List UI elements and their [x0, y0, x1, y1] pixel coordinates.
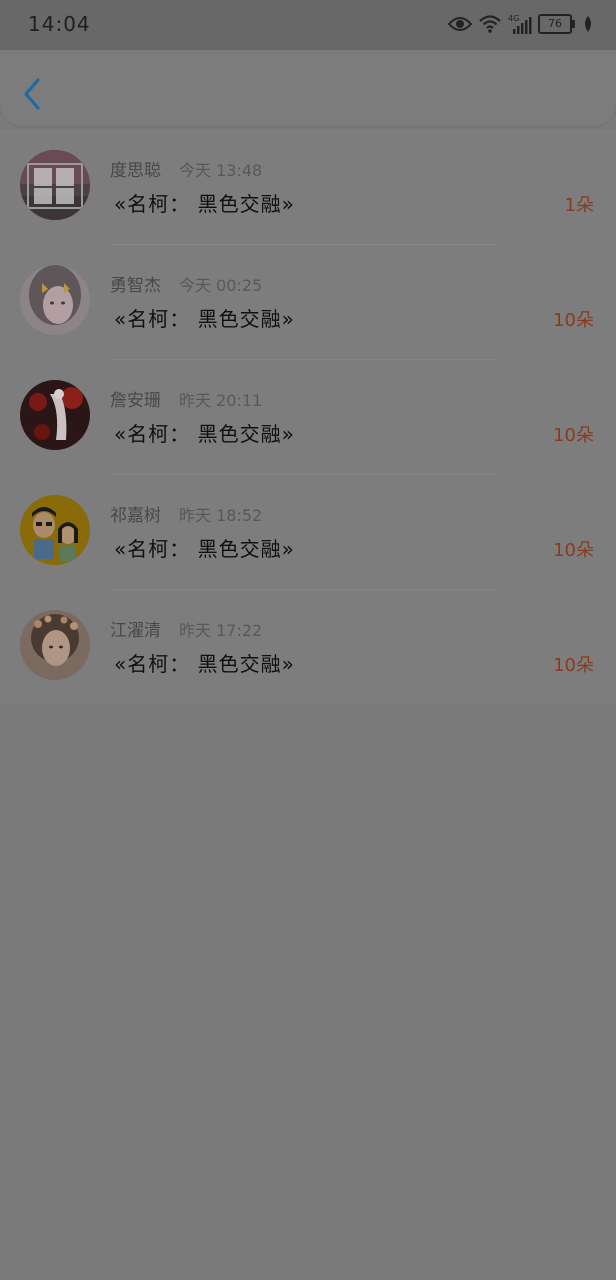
avatar[interactable] — [20, 150, 90, 220]
leaf-icon — [582, 15, 594, 33]
timestamp: 今天 00:25 — [179, 276, 263, 295]
user-name: 詹安珊 — [110, 391, 161, 411]
timestamp: 今天 13:48 — [179, 161, 263, 180]
flower-count: 10朵 — [553, 540, 594, 561]
list-item[interactable]: 祁嘉树 昨天 18:52 «名柯： 黑色交融» 10朵 — [0, 475, 616, 590]
work-title: «名柯： 黑色交融» — [114, 652, 295, 676]
flower-count: 10朵 — [553, 655, 594, 676]
eye-icon — [448, 16, 472, 32]
battery-level: 76 — [548, 17, 562, 30]
work-title: «名柯： 黑色交融» — [114, 537, 295, 561]
user-name: 江濯清 — [110, 621, 161, 641]
record-list: 度思聪 今天 13:48 «名柯： 黑色交融» 1朵 勇智杰 今天 00:25 «名… — [0, 130, 616, 703]
list-item[interactable]: 江濯清 昨天 17:22 «名柯： 黑色交融» 10朵 — [0, 590, 616, 705]
list-item[interactable]: 勇智杰 今天 00:25 «名柯： 黑色交融» 10朵 — [0, 245, 616, 360]
avatar[interactable] — [20, 265, 90, 335]
list-item[interactable]: 詹安珊 昨天 20:11 «名柯： 黑色交融» 10朵 — [0, 360, 616, 475]
user-name: 度思聪 — [110, 161, 161, 181]
timestamp: 昨天 20:11 — [179, 391, 263, 410]
avatar[interactable] — [20, 610, 90, 680]
user-name: 祁嘉树 — [110, 506, 161, 526]
status-icons: 4G 76 — [448, 11, 594, 37]
flower-count: 10朵 — [553, 425, 594, 446]
list-item[interactable]: 度思聪 今天 13:48 «名柯： 黑色交融» 1朵 — [0, 130, 616, 245]
work-title: «名柯： 黑色交融» — [114, 307, 295, 331]
user-name: 勇智杰 — [110, 276, 161, 296]
timestamp: 昨天 17:22 — [179, 621, 263, 640]
battery-icon: 76 — [538, 14, 575, 34]
work-title: «名柯： 黑色交融» — [114, 422, 295, 446]
work-title: «名柯： 黑色交融» — [114, 192, 295, 216]
wifi-icon — [478, 14, 502, 34]
signal-icon: 4G — [508, 13, 532, 35]
avatar[interactable] — [20, 495, 90, 565]
chevron-left-icon — [24, 78, 40, 110]
network-label: 4G — [508, 14, 519, 23]
status-time: 14:04 — [28, 12, 91, 36]
header-bar — [0, 50, 616, 126]
avatar[interactable] — [20, 380, 90, 450]
timestamp: 昨天 18:52 — [179, 506, 263, 525]
flower-count: 10朵 — [553, 310, 594, 331]
back-button[interactable] — [18, 74, 50, 114]
status-bar: 14:04 4G 76 — [0, 0, 616, 50]
flower-count: 1朵 — [564, 195, 594, 216]
